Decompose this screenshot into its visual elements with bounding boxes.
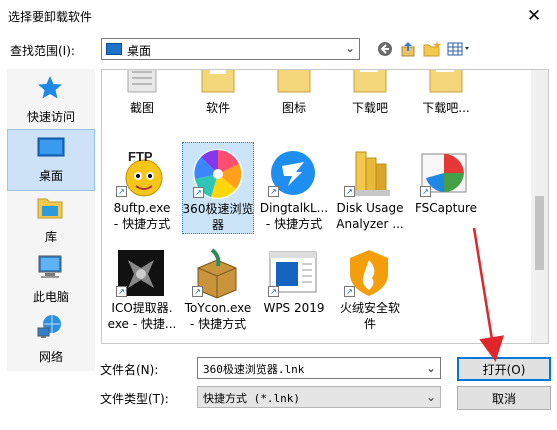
annotation-arrow xyxy=(472,227,504,362)
